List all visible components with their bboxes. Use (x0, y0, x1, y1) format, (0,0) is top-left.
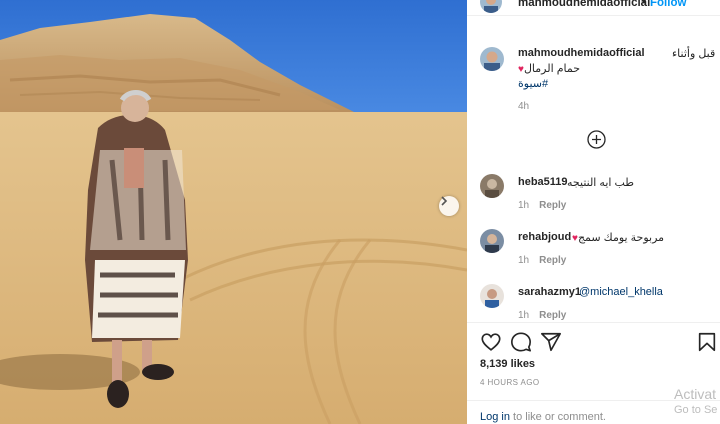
commenter-avatar[interactable] (480, 174, 504, 198)
separator-dot: • (642, 0, 647, 9)
bookmark-icon (698, 332, 716, 352)
reply-button[interactable]: Reply (539, 255, 566, 266)
reply-button[interactable]: Reply (539, 310, 566, 321)
author-username[interactable]: mahmoudhemidaofficial (518, 0, 650, 9)
comment-time[interactable]: 1h (518, 200, 529, 211)
likes-count[interactable]: 8,139 likes (480, 358, 535, 370)
comment-time[interactable]: 1h (518, 310, 529, 321)
plus-circle-icon (587, 130, 606, 149)
comment-time[interactable]: 1h (518, 255, 529, 266)
login-prompt: Log in to like or comment. (480, 411, 606, 423)
post-side-panel: mahmoudhemidaofficial • Follow mahmoudhe… (467, 0, 720, 424)
login-link[interactable]: Log in (480, 411, 510, 423)
comment-text: طب ايه النتيجه (567, 177, 635, 189)
comment-meta: 1h Reply (518, 255, 566, 266)
like-button[interactable] (480, 331, 502, 353)
caption-time[interactable]: 4h (518, 101, 529, 112)
reply-button[interactable]: Reply (539, 200, 566, 211)
follow-button[interactable]: Follow (650, 0, 686, 9)
load-more-comments-button[interactable] (587, 130, 606, 149)
post-photo (0, 0, 467, 424)
next-photo-button[interactable] (439, 196, 459, 216)
share-button[interactable] (540, 331, 562, 353)
caption-text-line1: قبل وأثناء (672, 48, 716, 60)
caption-username[interactable]: mahmoudhemidaofficial (518, 47, 645, 59)
comment-button[interactable] (510, 331, 532, 353)
post-actions (467, 331, 720, 355)
comment-item: rehabjoud مربوحة يومك سمج♥ 1h Reply (467, 229, 720, 273)
comment-username[interactable]: heba5119 (518, 176, 568, 188)
paper-plane-icon (541, 332, 561, 352)
author-avatar[interactable] (480, 0, 502, 13)
caption-text-line2: حمام الرمال♥ (518, 63, 581, 75)
caption-hashtag[interactable]: #سيوة (518, 77, 548, 90)
chevron-right-icon (441, 196, 448, 206)
post-header: mahmoudhemidaofficial • Follow (467, 0, 720, 15)
comment-text: مربوحة يومك سمج♥ (572, 232, 665, 244)
comment-meta: 1h Reply (518, 310, 566, 321)
save-button[interactable] (696, 331, 718, 353)
commenter-avatar[interactable] (480, 229, 504, 253)
commenter-avatar[interactable] (480, 284, 504, 308)
caption-author-avatar[interactable] (480, 47, 504, 71)
comment-mention[interactable]: @michael_khella (579, 286, 663, 298)
desert-scene-image (0, 0, 467, 424)
comment-username[interactable]: rehabjoud (518, 231, 571, 243)
post-timestamp[interactable]: 4 HOURS AGO (480, 378, 540, 387)
actions-divider (467, 322, 720, 323)
windows-activation-subtext: Go to Se (674, 404, 718, 416)
comment-meta: 1h Reply (518, 200, 566, 211)
comment-username[interactable]: sarahazmy1 (518, 286, 581, 298)
comment-item: heba5119 طب ايه النتيجه 1h Reply (467, 174, 720, 218)
header-divider (467, 15, 720, 16)
heart-outline-icon (481, 333, 501, 351)
windows-activation-watermark: Activat (674, 386, 717, 402)
comment-bubble-icon (511, 332, 531, 352)
